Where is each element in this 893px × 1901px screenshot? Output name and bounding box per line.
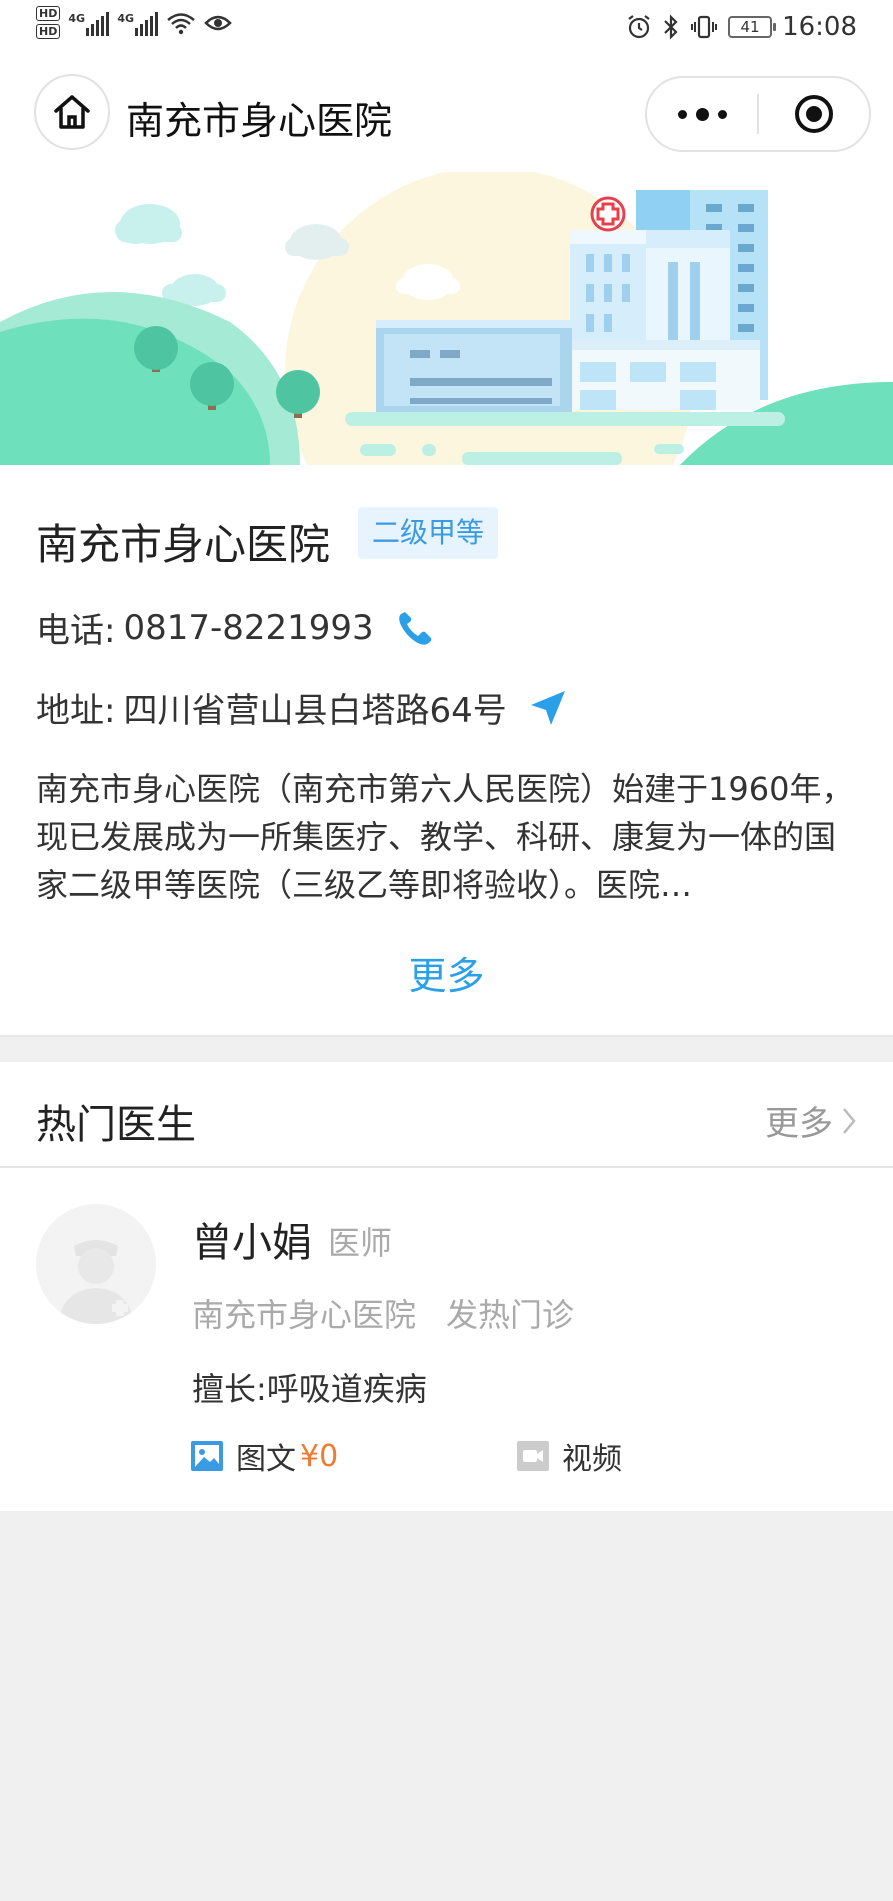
target-icon	[795, 95, 833, 133]
address-label: 地址:	[36, 691, 116, 731]
home-button[interactable]	[34, 74, 110, 150]
eye-icon	[204, 15, 233, 30]
doctor-title: 医师	[328, 1224, 393, 1262]
section-divider	[0, 1035, 893, 1062]
doctor-name: 曾小娟	[192, 1220, 312, 1266]
status-bar: HD HD 4G 4G 41 16:08	[0, 0, 893, 56]
signal-icon-2: 4G	[117, 10, 159, 36]
hd-badge-1: HD	[36, 6, 61, 21]
alarm-icon	[628, 15, 650, 39]
phone-number: 0817-8221993	[123, 607, 374, 648]
hot-doctors-title: 热门医生	[36, 1102, 196, 1148]
hospital-banner	[0, 172, 893, 465]
hot-doctors-more-label: 更多	[765, 1104, 833, 1144]
video-icon	[517, 1441, 549, 1471]
hospital-illustration	[0, 172, 893, 465]
home-icon	[54, 95, 90, 129]
description-more-link[interactable]: 更多	[0, 945, 893, 1000]
doctor-card[interactable]: 曾小娟 医师 南充市身心医院 发热门诊 擅长:呼吸道疾病 图文 ¥0 视频	[0, 1168, 893, 1511]
bluetooth-icon	[664, 14, 678, 40]
doctor-avatar	[36, 1204, 156, 1324]
wifi-icon	[167, 12, 196, 34]
hot-doctors-more-link[interactable]: 更多	[765, 1096, 857, 1145]
mini-program-capsule	[645, 76, 871, 152]
service-text-consult[interactable]: 图文 ¥0	[190, 1434, 338, 1478]
page-title: 南充市身心医院	[126, 99, 393, 143]
service-text-price: ¥0	[300, 1438, 339, 1474]
signal-icon-1: 4G	[68, 10, 110, 36]
nav-bar: 南充市身心医院	[0, 56, 893, 172]
service-text-label: 图文	[236, 1442, 296, 1477]
hospital-grade-badge: 二级甲等	[358, 507, 499, 559]
address-row: 地址: 四川省营山县白塔路64号	[36, 683, 567, 732]
hd-badge-2: HD	[36, 24, 61, 39]
phone-label: 电话:	[36, 611, 116, 651]
navigation-icon[interactable]	[529, 689, 567, 727]
hospital-description: 南充市身心医院（南充市第六人民医院）始建于1960年，现已发展成为一所集医疗、教…	[36, 770, 854, 904]
hospital-name: 南充市身心医院	[36, 520, 331, 569]
status-left: HD HD 4G 4G	[36, 6, 233, 39]
phone-row: 电话: 0817-8221993	[36, 603, 434, 652]
vibrate-icon	[691, 15, 718, 39]
more-options-button[interactable]	[647, 78, 757, 150]
phone-icon[interactable]	[396, 609, 434, 647]
doctor-avatar-icon	[58, 1240, 134, 1324]
doctor-specialty: 擅长:呼吸道疾病	[192, 1370, 427, 1408]
doctor-department: 发热门诊	[446, 1296, 575, 1334]
service-video-consult[interactable]: 视频	[516, 1434, 622, 1478]
image-icon	[191, 1441, 223, 1471]
address-value: 四川省营山县白塔路64号	[123, 691, 507, 731]
close-mini-program-button[interactable]	[759, 78, 869, 150]
clock: 16:08	[782, 12, 857, 42]
hot-doctors-header: 热门医生 更多	[0, 1062, 893, 1168]
service-video-label: 视频	[562, 1442, 622, 1477]
hospital-info-card: 南充市身心医院 二级甲等 电话: 0817-8221993 地址: 四川省营山县…	[0, 465, 893, 1035]
doctor-hospital: 南充市身心医院	[192, 1296, 417, 1334]
chevron-right-icon	[843, 1107, 856, 1134]
status-right: 41 16:08	[626, 12, 857, 42]
battery-icon: 41	[728, 16, 777, 38]
